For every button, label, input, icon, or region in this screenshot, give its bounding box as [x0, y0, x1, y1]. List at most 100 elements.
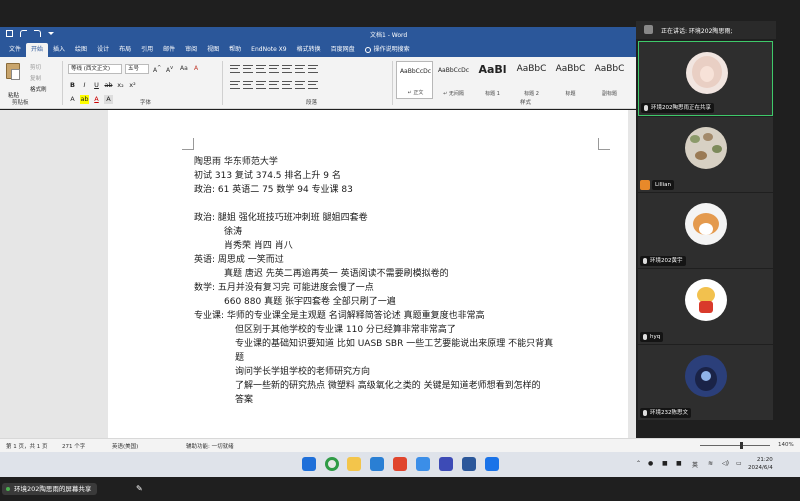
participant-tile[interactable]: Lillian	[638, 117, 773, 192]
tab-file[interactable]: 文件	[4, 43, 26, 57]
numbering-icon[interactable]	[243, 65, 253, 73]
chrome-icon[interactable]	[325, 457, 339, 471]
app-icon-red[interactable]	[393, 457, 407, 471]
tab-references[interactable]: 引用	[136, 43, 158, 57]
line-spacing-icon[interactable]	[282, 81, 292, 89]
save-icon[interactable]	[6, 30, 13, 37]
zoom-slider[interactable]	[700, 445, 770, 446]
participant-tile[interactable]: 环境232陈思文	[638, 345, 773, 420]
font-color-icon[interactable]: A	[92, 95, 101, 104]
undo-icon[interactable]	[20, 30, 27, 37]
participant-name: 环境202陶思雨正在共享	[641, 103, 714, 113]
volume-icon[interactable]: ◁)	[722, 460, 729, 467]
meeting-taskbar-icon[interactable]	[485, 457, 499, 471]
tray-chat-icon[interactable]: ■	[662, 460, 668, 467]
shading-icon[interactable]	[295, 81, 305, 89]
word-count[interactable]: 271 个字	[62, 442, 85, 450]
tell-me-search[interactable]: 操作说明搜索	[360, 43, 415, 57]
sort-icon[interactable]	[295, 65, 305, 73]
language[interactable]: 英语(美国)	[112, 442, 138, 450]
battery-icon[interactable]: ▭	[736, 460, 742, 467]
tab-design[interactable]: 设计	[92, 43, 114, 57]
participant-avatar	[685, 279, 727, 321]
font-shrink-icon[interactable]: Av	[166, 65, 173, 74]
align-left-icon[interactable]	[230, 81, 240, 89]
participant-tile[interactable]: 环境202陶思雨正在共享	[638, 41, 773, 116]
tab-view[interactable]: 视图	[202, 43, 224, 57]
format-painter-button[interactable]: 格式刷	[30, 85, 47, 93]
highlight-icon[interactable]: ab	[80, 95, 89, 104]
doc-line: 题	[235, 353, 245, 363]
document-area: 陶思雨 华东师范大学 初试 313 复试 374.5 排名上升 9 名 政治: …	[0, 110, 636, 438]
customize-quick-access-icon[interactable]	[48, 32, 54, 35]
cut-button[interactable]: 剪切	[30, 63, 41, 71]
redo-icon[interactable]	[34, 30, 41, 37]
file-explorer-icon[interactable]	[347, 457, 361, 471]
bold-icon[interactable]: B	[68, 81, 77, 90]
superscript-icon[interactable]: x²	[128, 81, 137, 90]
justify-icon[interactable]	[269, 81, 279, 89]
tray-app-icon-2[interactable]: ■	[676, 460, 682, 467]
input-language[interactable]: 英	[692, 460, 698, 469]
word-taskbar-icon[interactable]	[462, 457, 476, 471]
text-effects-icon[interactable]: A	[68, 95, 77, 104]
font-grow-icon[interactable]: A^	[153, 65, 161, 74]
increase-indent-icon[interactable]	[282, 65, 292, 73]
participant-tile[interactable]: hyq	[638, 269, 773, 344]
subscript-icon[interactable]: x₂	[116, 81, 125, 90]
style-normal[interactable]: AaBbCcDc ↵ 正文	[396, 61, 433, 99]
align-right-icon[interactable]	[256, 81, 266, 89]
borders-icon[interactable]	[308, 81, 318, 89]
style-subtitle[interactable]: AaBbC 副标题	[591, 61, 628, 99]
accessibility-status[interactable]: 辅助功能: 一切就绪	[186, 442, 234, 450]
tab-baidu-netdisk[interactable]: 百度网盘	[326, 43, 360, 57]
italic-icon[interactable]: I	[80, 81, 89, 90]
bullets-icon[interactable]	[230, 65, 240, 73]
paste-icon[interactable]	[6, 63, 22, 89]
wifi-icon[interactable]: ≋	[708, 460, 713, 467]
tab-home[interactable]: 开始	[26, 43, 49, 57]
tab-format-convert[interactable]: 格式转换	[292, 43, 326, 57]
font-name-field[interactable]: 等线 (西文正文)	[68, 64, 122, 74]
copy-button[interactable]: 复制	[30, 74, 41, 82]
style-title[interactable]: AaBbC 标题	[552, 61, 589, 99]
underline-icon[interactable]: U	[92, 81, 101, 90]
paragraph-group-label: 段落	[306, 100, 318, 106]
style-no-spacing[interactable]: AaBbCcDc ↵ 无间隔	[435, 61, 472, 99]
app-icon-blue[interactable]	[439, 457, 453, 471]
multilevel-list-icon[interactable]	[256, 65, 266, 73]
tab-help[interactable]: 帮助	[224, 43, 246, 57]
align-center-icon[interactable]	[243, 81, 253, 89]
participant-tile[interactable]: 环境202黄宇	[638, 193, 773, 268]
tab-layout[interactable]: 布局	[114, 43, 136, 57]
tab-review[interactable]: 审阅	[180, 43, 202, 57]
zoom-level[interactable]: 140%	[778, 442, 794, 448]
style-heading-1[interactable]: AaBl 标题 1	[474, 61, 511, 99]
start-icon[interactable]	[302, 457, 316, 471]
tab-insert[interactable]: 插入	[48, 43, 70, 57]
cloud-icon[interactable]	[416, 457, 430, 471]
tray-app-icon[interactable]: ●	[648, 460, 653, 467]
document-page[interactable]: 陶思雨 华东师范大学 初试 313 复试 374.5 排名上升 9 名 政治: …	[108, 110, 628, 438]
zoom-slider-thumb[interactable]	[740, 442, 743, 449]
decrease-indent-icon[interactable]	[269, 65, 279, 73]
screen: 正在讲话: 环境202陶思雨; 文档1 - Word 文件 开始 插入 绘图 设…	[0, 0, 800, 501]
tab-draw[interactable]: 绘图	[70, 43, 92, 57]
annotate-icon[interactable]: ✎	[136, 485, 144, 493]
style-heading-2[interactable]: AaBbC 标题 2	[513, 61, 550, 99]
tray-overflow-icon[interactable]: ⌃	[636, 460, 641, 467]
clear-format-icon[interactable]: A	[194, 65, 198, 72]
strikethrough-icon[interactable]: ab	[104, 81, 113, 90]
participant-name: 环境232陈思文	[640, 408, 691, 418]
screen-share-label[interactable]: 环境202陶思雨的屏幕共享	[2, 483, 98, 495]
char-shading-icon[interactable]: A	[104, 95, 113, 104]
mail-icon[interactable]	[370, 457, 384, 471]
tab-endnote[interactable]: EndNote X9	[246, 43, 291, 57]
system-clock[interactable]: 21:20 2024/6/4	[748, 456, 773, 472]
font-size-field[interactable]: 五号	[125, 64, 149, 74]
change-case-icon[interactable]: Aa	[180, 65, 188, 72]
page-count[interactable]: 第 1 页，共 1 页	[6, 442, 48, 450]
show-marks-icon[interactable]	[308, 65, 318, 73]
tab-mailings[interactable]: 邮件	[158, 43, 180, 57]
doc-line: 政治: 61 英语二 75 数学 94 专业课 83	[194, 185, 353, 195]
